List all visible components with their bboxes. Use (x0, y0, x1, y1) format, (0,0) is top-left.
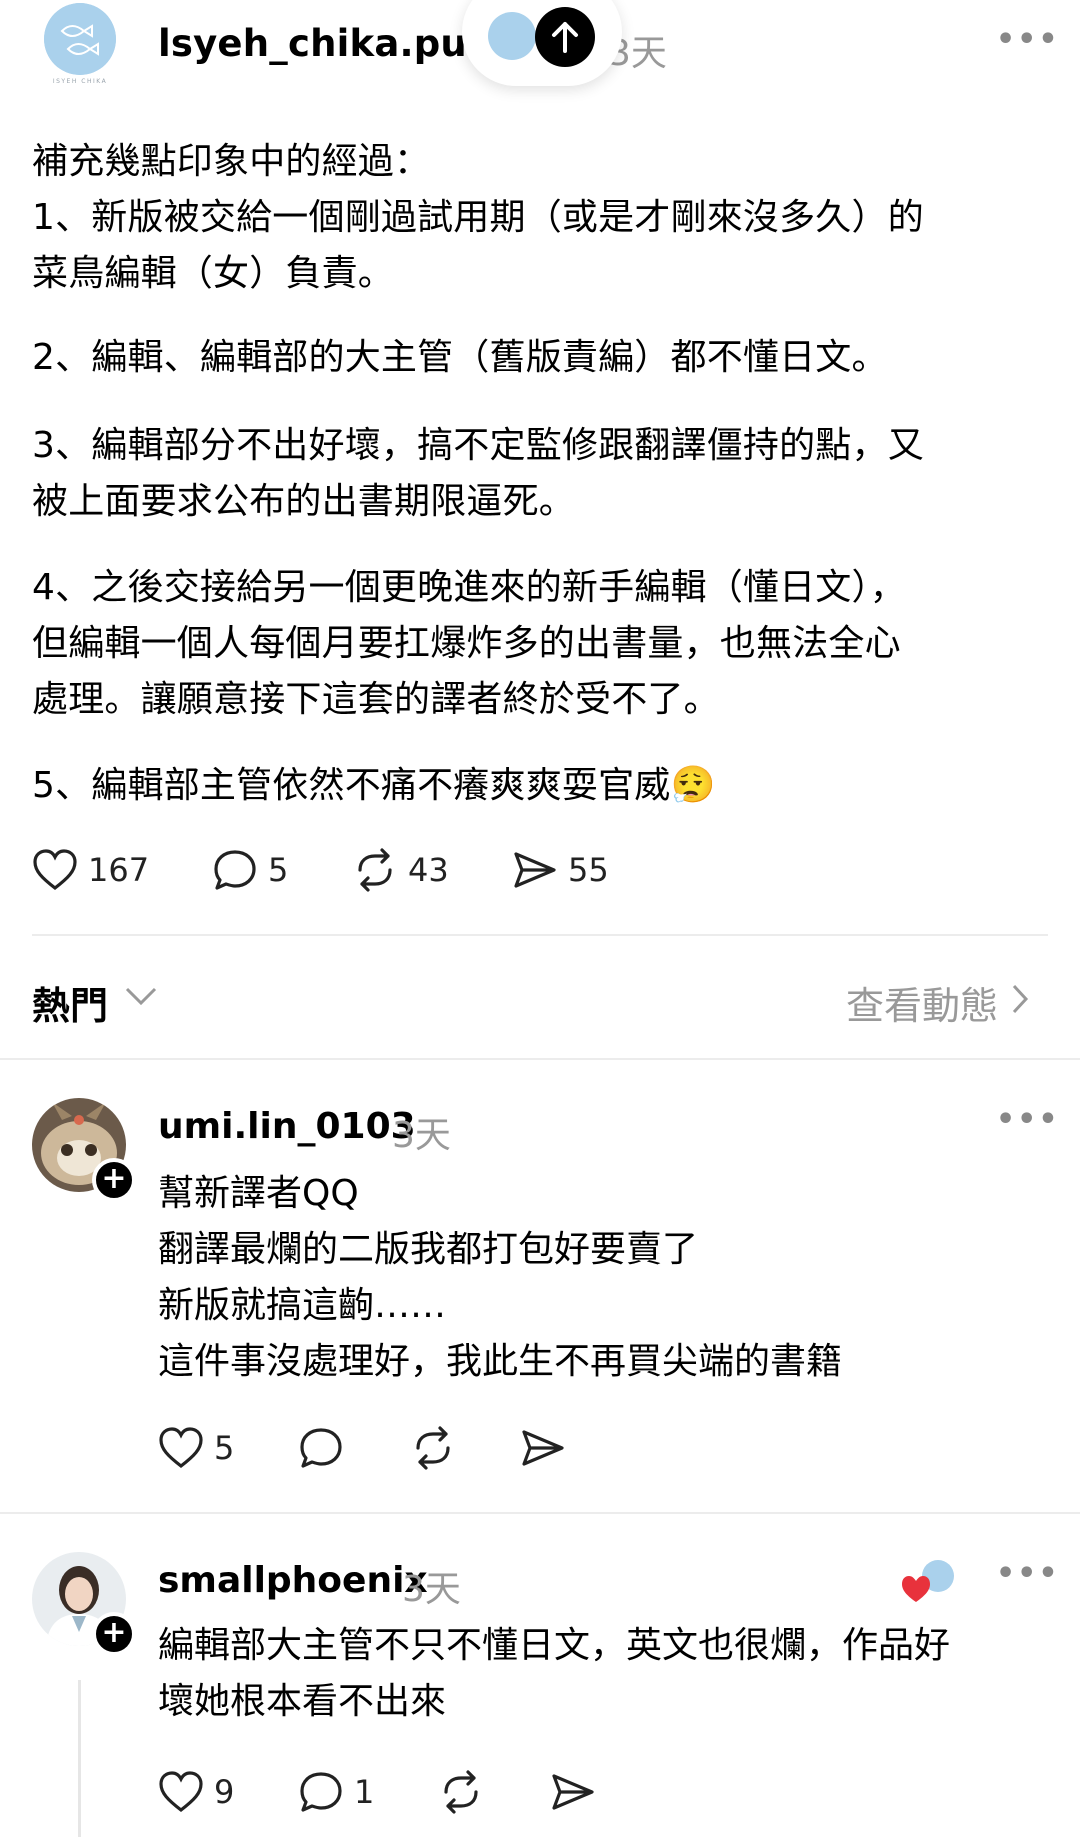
comment-text-line: 幫新譯者QQ (158, 1173, 359, 1214)
post-text-line: 補充幾點印象中的經過： (32, 141, 431, 182)
like-count: 167 (88, 851, 150, 889)
repost-count: 43 (408, 851, 449, 889)
comment-more-options-button[interactable]: ••• (996, 1556, 1060, 1591)
divider (0, 1512, 1080, 1514)
heart-icon (33, 849, 77, 891)
like-button[interactable]: 167 (32, 848, 149, 892)
comment-reply-button[interactable]: 1 (298, 1770, 374, 1814)
share-count: 55 (568, 851, 609, 889)
comment-like-count: 5 (214, 1429, 235, 1467)
comment-like-count: 9 (214, 1773, 235, 1811)
post-text-line: 1、新版被交給一個剛過試用期（或是才剛來沒多久）的 (32, 197, 924, 238)
comment-button[interactable]: 5 (212, 848, 288, 892)
comment-share-button[interactable] (550, 1770, 596, 1814)
share-button[interactable]: 55 (512, 848, 609, 892)
chevron-down-icon[interactable] (124, 984, 158, 1012)
comment-bubble-icon (214, 850, 256, 890)
post-text-line: 4、之後交接給另一個更晚進來的新手編輯（懂日文）， (32, 567, 906, 608)
view-activity-link[interactable]: 查看動態 (846, 975, 998, 1030)
post-text-line: 被上面要求公布的出書期限逼死。 (32, 481, 576, 522)
chevron-right-icon[interactable] (1010, 982, 1030, 1020)
repost-icon (444, 1770, 478, 1814)
fish-logo-icon (44, 3, 116, 75)
send-icon (522, 1430, 564, 1466)
comment-text-line: 壞她根本看不出來 (158, 1681, 447, 1722)
post-text-line: 3、編輯部分不出好壞，搞不定監修跟翻譯僵持的點，又 (32, 425, 924, 466)
comment-reply-count: 1 (354, 1773, 375, 1811)
comment-like-button[interactable]: 9 (158, 1770, 234, 1814)
comment-bubble-icon (300, 1428, 342, 1468)
post-text-line: 但編輯一個人每個月要扛爆炸多的出書量，也無法全心 (32, 623, 901, 664)
author-liked-heart-icon (902, 1560, 954, 1602)
post-text-line: 處理。讓願意接下這套的譯者終於受不了。 (32, 679, 720, 720)
author-username[interactable]: lsyeh_chika.publis (158, 22, 468, 65)
repost-button[interactable]: 43 (352, 848, 449, 892)
post-text-line: 2、編輯、編輯部的大主管（舊版責編）都不懂日文。 (32, 337, 888, 378)
comment-count: 5 (268, 851, 289, 889)
author-avatar[interactable] (44, 3, 116, 75)
comment-like-button[interactable]: 5 (158, 1426, 234, 1470)
comment-timestamp: 3天 (402, 1569, 461, 1610)
comment-bubble-icon (300, 1772, 342, 1812)
comment-repost-button[interactable] (438, 1770, 484, 1814)
commenter-username[interactable]: umi.lin_0103 (158, 1106, 416, 1147)
comment-timestamp: 3天 (392, 1115, 451, 1156)
post-text-line: 5、編輯部主管依然不痛不癢爽爽耍官威😮‍💨 (32, 765, 716, 806)
heart-icon (159, 1427, 203, 1469)
comment-reply-button[interactable] (298, 1426, 344, 1470)
avatar-caption: ISYEH CHIKA (52, 78, 108, 85)
send-icon (514, 852, 556, 888)
arrow-up-icon (552, 22, 578, 53)
sort-dropdown-label[interactable]: 熱門 (32, 975, 108, 1030)
commenter-username[interactable]: smallphoenix (158, 1560, 428, 1601)
follow-plus-button[interactable]: + (92, 1612, 136, 1656)
pill-avatar (488, 12, 536, 60)
comment-more-options-button[interactable]: ••• (996, 1102, 1060, 1137)
comment-share-button[interactable] (520, 1426, 566, 1470)
post-more-options-button[interactable]: ••• (996, 22, 1060, 57)
heart-icon (159, 1771, 203, 1813)
scroll-to-top-button[interactable] (535, 7, 595, 67)
liked-by-author-badge (900, 1558, 960, 1608)
comment-text-line: 新版就搞這齣…… (158, 1285, 447, 1326)
divider (0, 1058, 1080, 1060)
send-icon (552, 1774, 594, 1810)
divider (32, 934, 1048, 936)
post-text-line: 菜鳥編輯（女）負責。 (32, 253, 395, 294)
repost-icon (358, 848, 392, 892)
repost-icon (416, 1426, 450, 1470)
comment-text-line: 翻譯最爛的二版我都打包好要賣了 (158, 1229, 699, 1270)
comment-text-line: 編輯部大主管不只不懂日文，英文也很爛，作品好 (158, 1625, 951, 1666)
comment-text-line: 這件事沒處理好，我此生不再買尖端的書籍 (158, 1341, 843, 1382)
comment-repost-button[interactable] (410, 1426, 456, 1470)
follow-plus-button[interactable]: + (92, 1158, 136, 1202)
